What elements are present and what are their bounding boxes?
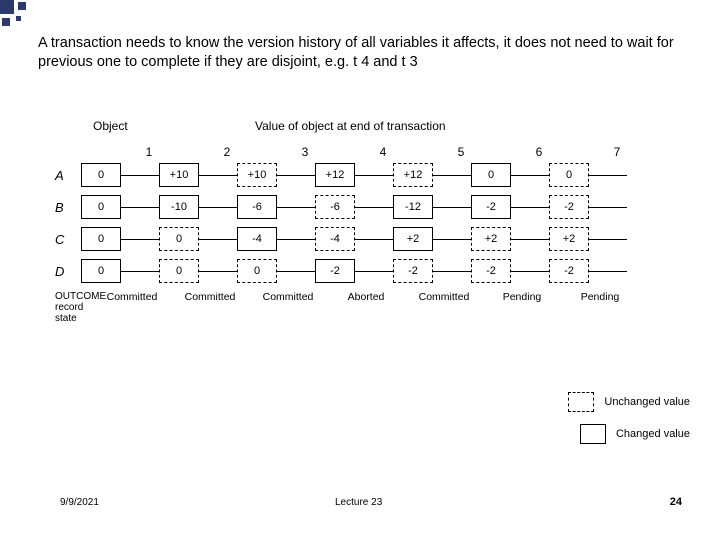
value-cell: -2 — [315, 259, 355, 283]
value-cell: 0 — [471, 163, 511, 187]
value-cell: +2 — [549, 227, 589, 251]
value-header: Value of object at end of transaction — [255, 119, 446, 133]
value-cell: -2 — [471, 259, 511, 283]
slide-corner-decoration — [0, 0, 32, 32]
legend-unchanged-label: Unchanged value — [604, 396, 690, 408]
row-label: D — [55, 264, 81, 279]
value-cell: +12 — [393, 163, 433, 187]
value-cell: 0 — [81, 195, 121, 219]
object-header: Object — [93, 119, 128, 133]
value-cell: +12 — [315, 163, 355, 187]
value-cell: -6 — [315, 195, 355, 219]
table-row: C00-4-4+2+2+2 — [55, 227, 675, 251]
footer-page-number: 24 — [670, 496, 682, 508]
value-cell: -2 — [549, 259, 589, 283]
value-cell: 0 — [159, 259, 199, 283]
value-cell: +2 — [471, 227, 511, 251]
value-cell: -4 — [315, 227, 355, 251]
row-label: B — [55, 200, 81, 215]
version-history-diagram: Object Value of object at end of transac… — [55, 145, 675, 324]
value-cell: 0 — [159, 227, 199, 251]
legend: Unchanged value Changed value — [568, 392, 690, 456]
value-cell: -2 — [471, 195, 511, 219]
value-cell: -2 — [393, 259, 433, 283]
value-cell: -12 — [393, 195, 433, 219]
legend-changed-label: Changed value — [616, 428, 690, 440]
value-cell: +2 — [393, 227, 433, 251]
value-cell: -4 — [237, 227, 277, 251]
value-cell: +10 — [159, 163, 199, 187]
row-label: C — [55, 232, 81, 247]
value-cell: -2 — [549, 195, 589, 219]
value-cell: -10 — [159, 195, 199, 219]
value-cell: 0 — [237, 259, 277, 283]
slide-body-text: A transaction needs to know the version … — [38, 34, 700, 72]
value-cell: 0 — [81, 259, 121, 283]
footer-date: 9/9/2021 — [60, 497, 99, 508]
table-row: A0+10+10+12+1200 — [55, 163, 675, 187]
value-cell: 0 — [81, 163, 121, 187]
column-numbers: 1 2 3 4 5 6 7 — [55, 145, 675, 159]
legend-unchanged-box — [568, 392, 594, 412]
row-label: A — [55, 168, 81, 183]
table-row: B0 -10 -6 -6 -12 -2 -2 — [55, 195, 675, 219]
table-row: D000-2-2-2-2 — [55, 259, 675, 283]
value-cell: 0 — [549, 163, 589, 187]
value-cell: -6 — [237, 195, 277, 219]
footer-lecture: Lecture 23 — [335, 497, 382, 508]
value-cell: +10 — [237, 163, 277, 187]
value-cell: 0 — [81, 227, 121, 251]
legend-changed-box — [580, 424, 606, 444]
outcome-row: OUTCOME record state Committed Committed… — [55, 291, 675, 324]
